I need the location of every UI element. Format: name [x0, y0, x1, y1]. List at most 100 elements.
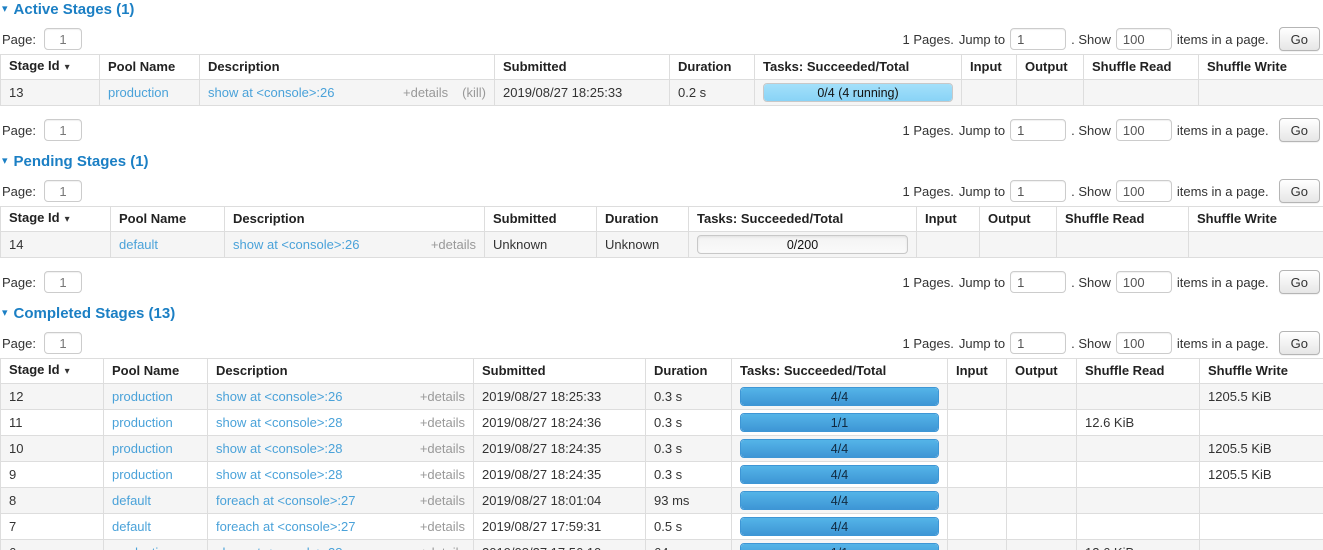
jump-to-input[interactable]: [1010, 180, 1066, 202]
tasks-progress-label: 4/4: [831, 468, 848, 482]
duration-cell: 0.3 s: [646, 384, 732, 410]
items-per-page-label: items in a page.: [1177, 275, 1269, 290]
shuffle-write-cell: [1199, 80, 1323, 106]
jump-to-input[interactable]: [1010, 119, 1066, 141]
jump-to-input[interactable]: [1010, 28, 1066, 50]
show-count-input[interactable]: [1116, 180, 1172, 202]
pool-name-link[interactable]: production: [112, 467, 173, 482]
details-toggle[interactable]: +details: [403, 85, 448, 101]
show-count-input[interactable]: [1116, 28, 1172, 50]
column-header[interactable]: Output: [980, 207, 1057, 232]
column-header[interactable]: Submitted: [485, 207, 597, 232]
details-toggle[interactable]: +details: [420, 519, 465, 535]
tasks-progress-bar: 4/4: [740, 517, 939, 536]
go-button[interactable]: Go: [1279, 179, 1320, 203]
show-count-input[interactable]: [1116, 119, 1172, 141]
description-link[interactable]: show at <console>:26: [233, 237, 359, 253]
pool-name-link[interactable]: production: [112, 545, 173, 550]
column-header[interactable]: Submitted: [495, 55, 670, 80]
page-number-input[interactable]: [44, 332, 82, 354]
shuffle-write-cell: 1205.5 KiB: [1200, 462, 1323, 488]
details-toggle[interactable]: +details: [420, 415, 465, 431]
description-wrap: show at <console>:26 +details (kill): [208, 85, 486, 101]
column-header-label: Duration: [654, 363, 707, 378]
pool-name-link[interactable]: production: [108, 85, 169, 100]
column-header-label: Tasks: Succeeded/Total: [763, 59, 909, 74]
column-header-label: Submitted: [493, 211, 557, 226]
description-link[interactable]: foreach at <console>:27: [216, 519, 356, 535]
column-header[interactable]: Submitted: [474, 359, 646, 384]
pool-name-link[interactable]: production: [112, 415, 173, 430]
details-toggle[interactable]: +details: [420, 389, 465, 405]
column-header[interactable]: Output: [1017, 55, 1084, 80]
tasks-progress-bar: 4/4: [740, 465, 939, 484]
column-header[interactable]: Input: [917, 207, 980, 232]
column-header[interactable]: Input: [948, 359, 1007, 384]
details-toggle[interactable]: +details: [420, 467, 465, 483]
page-number-input[interactable]: [44, 180, 82, 202]
column-header[interactable]: Output: [1007, 359, 1077, 384]
pool-name-link[interactable]: default: [112, 519, 151, 534]
column-header[interactable]: Description: [200, 55, 495, 80]
page-number-input[interactable]: [44, 119, 82, 141]
column-header[interactable]: Tasks: Succeeded/Total: [755, 55, 962, 80]
column-header[interactable]: Description: [208, 359, 474, 384]
go-button[interactable]: Go: [1279, 27, 1320, 51]
go-button[interactable]: Go: [1279, 118, 1320, 142]
column-header[interactable]: Description: [225, 207, 485, 232]
column-header[interactable]: Stage Id▾: [1, 55, 100, 80]
submitted-cell: 2019/08/27 18:25:33: [495, 80, 670, 106]
description-link[interactable]: show at <console>:28: [216, 415, 342, 431]
column-header[interactable]: Shuffle Read: [1077, 359, 1200, 384]
description-link[interactable]: show at <console>:28: [216, 441, 342, 457]
column-header[interactable]: Pool Name: [100, 55, 200, 80]
description-link[interactable]: show at <console>:26: [216, 389, 342, 405]
go-button[interactable]: Go: [1279, 331, 1320, 355]
description-link[interactable]: show at <console>:28: [216, 467, 342, 483]
column-header[interactable]: Shuffle Write: [1200, 359, 1323, 384]
pool-name-link[interactable]: default: [112, 493, 151, 508]
pool-name-link[interactable]: default: [119, 237, 158, 252]
description-link[interactable]: show at <console>:28: [216, 545, 342, 550]
pagination-bar: Page: 1 Pages. Jump to . Show items in a…: [0, 331, 1323, 355]
description-link[interactable]: foreach at <console>:27: [216, 493, 356, 509]
show-count-input[interactable]: [1116, 332, 1172, 354]
section-toggle[interactable]: ▾Active Stages (1): [2, 0, 1323, 18]
column-header[interactable]: Tasks: Succeeded/Total: [732, 359, 948, 384]
column-header[interactable]: Shuffle Write: [1189, 207, 1323, 232]
jump-to-input[interactable]: [1010, 332, 1066, 354]
go-button[interactable]: Go: [1279, 270, 1320, 294]
pool-name-link[interactable]: production: [112, 389, 173, 404]
description-wrap: show at <console>:28 +details: [216, 415, 465, 431]
column-header[interactable]: Duration: [670, 55, 755, 80]
kill-link[interactable]: (kill): [462, 85, 486, 101]
section-toggle[interactable]: ▾Completed Stages (13): [2, 304, 1323, 322]
column-header[interactable]: Pool Name: [111, 207, 225, 232]
description-link[interactable]: show at <console>:26: [208, 85, 334, 101]
jump-to-input[interactable]: [1010, 271, 1066, 293]
show-count-input[interactable]: [1116, 271, 1172, 293]
tasks-cell: 0/200: [689, 232, 917, 258]
column-header[interactable]: Shuffle Read: [1057, 207, 1189, 232]
pool-name-link[interactable]: production: [112, 441, 173, 456]
column-header[interactable]: Pool Name: [104, 359, 208, 384]
details-toggle[interactable]: +details: [420, 545, 465, 550]
column-header[interactable]: Input: [962, 55, 1017, 80]
pool-name-cell: default: [104, 514, 208, 540]
input-cell: [948, 514, 1007, 540]
column-header[interactable]: Tasks: Succeeded/Total: [689, 207, 917, 232]
section-toggle[interactable]: ▾Pending Stages (1): [2, 152, 1323, 170]
column-header[interactable]: Stage Id▾: [1, 207, 111, 232]
page-number-input[interactable]: [44, 28, 82, 50]
stage-id-cell: 7: [1, 514, 104, 540]
page-number-input[interactable]: [44, 271, 82, 293]
column-header[interactable]: Shuffle Read: [1084, 55, 1199, 80]
column-header[interactable]: Shuffle Write: [1199, 55, 1323, 80]
column-header[interactable]: Stage Id▾: [1, 359, 104, 384]
details-toggle[interactable]: +details: [420, 493, 465, 509]
column-header[interactable]: Duration: [597, 207, 689, 232]
column-header[interactable]: Duration: [646, 359, 732, 384]
output-cell: [980, 232, 1057, 258]
details-toggle[interactable]: +details: [420, 441, 465, 457]
details-toggle[interactable]: +details: [431, 237, 476, 253]
